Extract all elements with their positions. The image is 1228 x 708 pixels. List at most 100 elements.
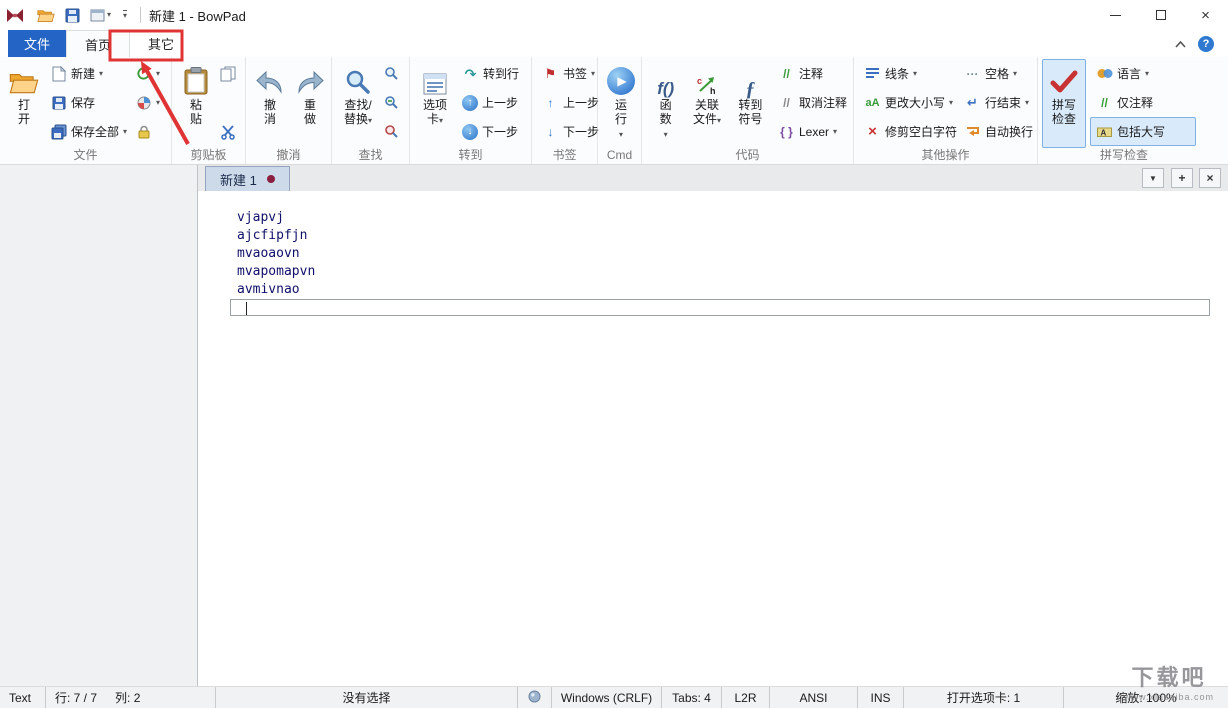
open-button[interactable]: 打开: [4, 59, 44, 148]
goto-line-button[interactable]: ↷ 转到行: [456, 59, 528, 88]
quickaccess-customize-button[interactable]: ▾: [121, 10, 128, 20]
ribbon-collapse-button[interactable]: [1175, 37, 1186, 51]
help-button[interactable]: ?: [1198, 35, 1214, 52]
uncomment-icon: //: [783, 95, 790, 110]
spaces-button[interactable]: ··· 空格 ▾: [958, 59, 1036, 88]
new-button[interactable]: 新建 ▾: [44, 59, 132, 88]
redo-icon: [295, 63, 325, 95]
ribbon-tab-file[interactable]: 文件: [8, 30, 67, 57]
statusbar-encoding[interactable]: ANSI: [770, 687, 858, 708]
new-tab-button[interactable]: +: [1171, 168, 1193, 188]
statusbar-insert-mode[interactable]: INS: [858, 687, 904, 708]
goto-prev-button[interactable]: ↑ 上一步: [456, 88, 528, 117]
goto-symbol-button[interactable]: ƒ 转到符号: [729, 59, 772, 148]
ribbon-group-spellcheck: 拼写检查 语言 ▾ // 仅注释 A 包括大写 拼写检查: [1038, 57, 1210, 164]
lock-icon: [135, 123, 152, 140]
bookmark-flag-icon: ⚑: [544, 65, 557, 81]
include-uppercase-button[interactable]: A 包括大写: [1090, 117, 1196, 146]
function-icon: f(): [657, 79, 675, 98]
find-prev-button[interactable]: [380, 88, 408, 117]
find-replace-button[interactable]: 查找/替换▾: [336, 59, 380, 148]
redo-button[interactable]: 重做: [290, 59, 330, 148]
language-button[interactable]: 语言 ▾: [1090, 59, 1196, 88]
change-case-button[interactable]: aA 更改大小写 ▾: [858, 88, 958, 117]
maximize-button[interactable]: [1138, 0, 1183, 30]
editor-surface[interactable]: vjapvj ajcfipfjn mvaoaovn mvapomapvn avm…: [199, 191, 1228, 686]
chevron-down-icon: ▾: [663, 130, 668, 139]
svg-text:A: A: [1101, 128, 1107, 137]
run-button[interactable]: ▶ 运行▾: [602, 59, 640, 148]
minimize-button[interactable]: [1093, 0, 1138, 30]
comment-button[interactable]: // 注释: [772, 59, 852, 88]
lines-button[interactable]: 线条 ▾: [858, 59, 958, 88]
paste-button[interactable]: 粘贴: [176, 59, 216, 148]
trim-whitespace-button[interactable]: × 修剪空白字符: [858, 117, 958, 146]
document-tab-new1[interactable]: 新建 1: [205, 166, 290, 191]
undo-icon: [255, 63, 285, 95]
comment-icon: //: [783, 66, 790, 81]
find-next-button[interactable]: [380, 59, 408, 88]
copy-icon: [219, 65, 236, 82]
close-tab-button[interactable]: ×: [1199, 168, 1221, 188]
save-all-button[interactable]: 保存全部 ▾: [44, 117, 132, 146]
tab-options-button[interactable]: 选项卡▾: [414, 59, 456, 148]
editor-line: mvaoaovn: [237, 246, 300, 261]
lines-icon: [864, 65, 881, 82]
group-label-spellcheck: 拼写检查: [1099, 148, 1148, 162]
spell-check-button[interactable]: 拼写检查: [1042, 59, 1086, 148]
goto-line-icon: ↷: [464, 65, 477, 82]
ribbon-group-bookmarks: ⚑ 书签 ▾ ↑ 上一步 ↓ 下一步 书签: [532, 57, 600, 164]
word-wrap-button[interactable]: 自动换行: [958, 117, 1036, 146]
statusbar-doctype[interactable]: Text: [0, 687, 46, 708]
bookmark-prev-button[interactable]: ↑ 上一步: [536, 88, 600, 117]
lexer-button[interactable]: { } Lexer ▾: [772, 117, 852, 146]
window-controls: ×: [1093, 0, 1228, 30]
readonly-button[interactable]: [132, 117, 166, 146]
copy-button[interactable]: [216, 59, 244, 88]
find-mark-button[interactable]: [380, 117, 408, 146]
chevron-down-icon: ▾: [99, 68, 104, 78]
statusbar-tabs[interactable]: Tabs: 4: [662, 687, 722, 708]
statusbar-open-tabs: 打开选项卡: 1: [904, 687, 1064, 708]
chevron-down-icon: ▾: [833, 126, 838, 136]
statusbar-zoom[interactable]: 缩放: 100%: [1064, 687, 1228, 708]
encoding-button[interactable]: ▾: [132, 88, 166, 117]
comments-only-button[interactable]: // 仅注释: [1090, 88, 1196, 117]
related-files-button[interactable]: ch 关联文件▾: [685, 59, 728, 148]
minimize-icon: [1110, 14, 1121, 16]
tab-list-icon: [423, 63, 447, 95]
group-label-undo: 撤消: [276, 148, 301, 162]
ribbon-tab-home[interactable]: 首页: [66, 30, 131, 57]
titlebar-separator: [140, 7, 142, 23]
cut-button[interactable]: [216, 117, 244, 146]
word-wrap-icon: [964, 123, 981, 140]
close-button[interactable]: ×: [1183, 0, 1228, 30]
ribbon-tab-other[interactable]: 其它: [130, 30, 192, 57]
undo-button[interactable]: 撤消: [250, 59, 290, 148]
tab-list-button[interactable]: ▼: [1142, 168, 1164, 188]
chevron-down-icon: ▾: [439, 116, 444, 125]
status-indicator-icon: [528, 690, 541, 706]
quickaccess-open-button[interactable]: [37, 8, 55, 23]
reload-button[interactable]: ▾: [132, 59, 166, 88]
change-case-icon: aA: [865, 96, 880, 109]
goto-next-button[interactable]: ↓ 下一步: [456, 117, 528, 146]
bookmark-button[interactable]: ⚑ 书签 ▾: [536, 59, 596, 88]
statusbar-indicator[interactable]: [518, 687, 552, 708]
bookmark-next-button[interactable]: ↓ 下一步: [536, 117, 600, 146]
uncomment-button[interactable]: // 取消注释: [772, 88, 852, 117]
function-button[interactable]: f() 函数▾: [646, 59, 685, 148]
statusbar-eol[interactable]: Windows (CRLF): [552, 687, 662, 708]
chevron-down-icon: ▾: [156, 68, 161, 78]
down-circle-icon: ↓: [462, 123, 478, 140]
line-ending-button[interactable]: ↵ 行结束 ▾: [958, 88, 1036, 117]
quickaccess-save-button[interactable]: [65, 8, 80, 23]
save-button[interactable]: 保存: [44, 88, 132, 117]
ribbon-group-cmd: ▶ 运行▾ Cmd: [598, 57, 642, 164]
statusbar-line: 行: 7 / 7: [55, 691, 98, 705]
statusbar-direction[interactable]: L2R: [722, 687, 770, 708]
bookmark-next-icon: ↓: [547, 124, 554, 139]
quickaccess-panel-button[interactable]: ▾: [90, 9, 111, 22]
app-icon: [6, 8, 24, 23]
group-label-cmd: Cmd: [606, 148, 633, 162]
